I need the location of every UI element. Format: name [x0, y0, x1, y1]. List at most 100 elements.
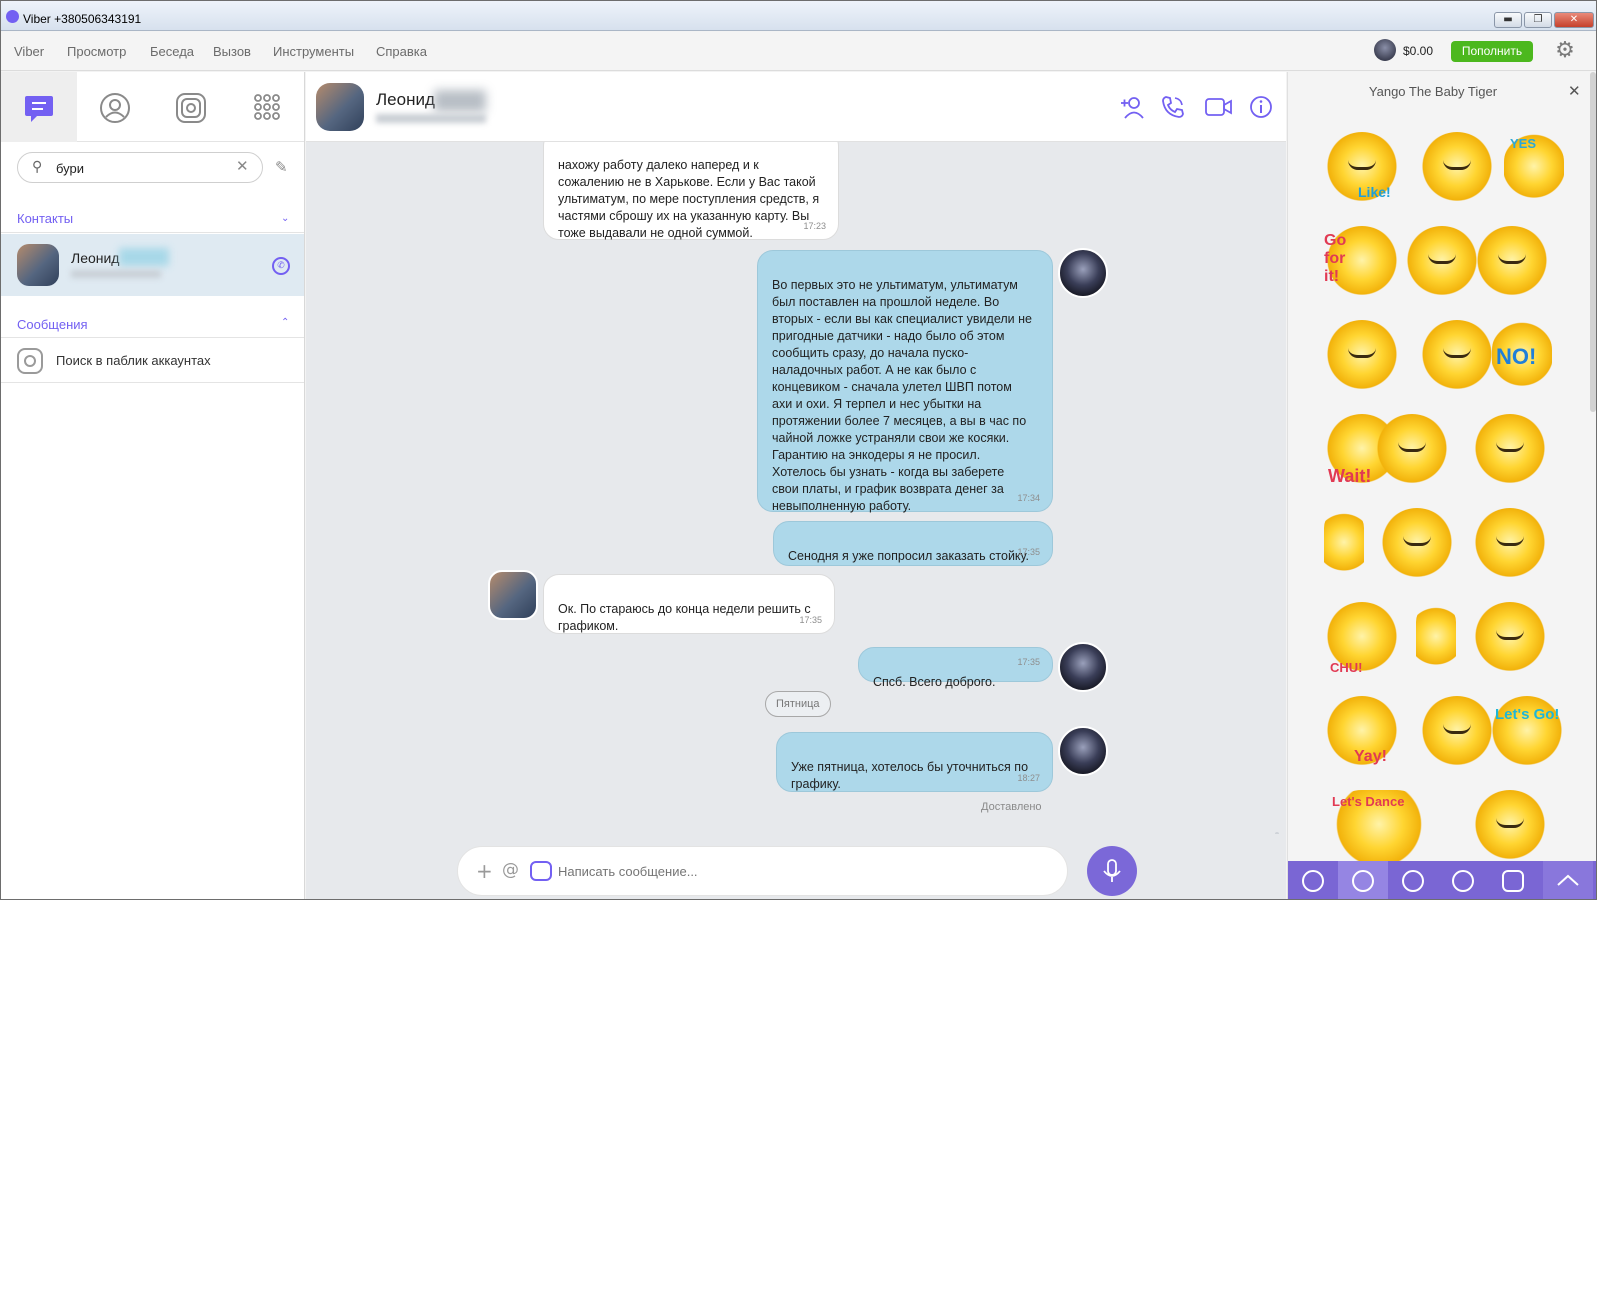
video-call-icon[interactable]	[1204, 94, 1234, 120]
sticker[interactable]	[1419, 320, 1495, 396]
message-bubble-outgoing[interactable]: Во первых это не ультиматум, ультиматум …	[757, 250, 1053, 513]
sender-avatar[interactable]	[488, 570, 538, 620]
add-contact-icon[interactable]	[1119, 94, 1145, 120]
chevron-up-icon	[1557, 874, 1579, 886]
hi-icon	[1402, 870, 1424, 892]
message-text: Сенодня я уже попросил заказать стойку.	[788, 549, 1030, 563]
sender-avatar[interactable]	[1058, 248, 1108, 298]
avatar[interactable]	[316, 83, 364, 131]
message-composer: + @	[306, 834, 1286, 899]
sticker[interactable]: Like!	[1324, 132, 1400, 208]
public-accounts-search-row[interactable]: Поиск в паблик аккаунтах	[1, 340, 304, 382]
sticker-scrollbar[interactable]	[1590, 72, 1596, 412]
message-bubble-outgoing[interactable]: Уже пятница, хотелось бы уточниться по г…	[776, 732, 1053, 792]
category-tiger-stickers[interactable]	[1338, 861, 1388, 899]
close-window-button[interactable]: ✕	[1554, 12, 1594, 28]
menu-call[interactable]: Вызов	[213, 44, 251, 59]
message-text: Уже пятница, хотелось бы уточниться по г…	[791, 760, 1029, 791]
clear-search-icon[interactable]: ✕	[236, 157, 249, 175]
minimize-button[interactable]: ▬	[1494, 12, 1522, 28]
sticker[interactable]	[1374, 414, 1450, 490]
avatar	[17, 244, 59, 286]
messages-section-header[interactable]: Сообщения	[17, 317, 88, 332]
sticker[interactable]	[1404, 226, 1480, 302]
menu-tools[interactable]: Инструменты	[273, 44, 354, 59]
sticker[interactable]: NO!	[1492, 320, 1552, 396]
sender-avatar[interactable]	[1058, 726, 1108, 776]
sticker[interactable]: Let's Go!	[1489, 696, 1564, 772]
sticker-category-bar	[1288, 861, 1596, 899]
tab-dialpad[interactable]	[229, 72, 305, 142]
tab-contacts[interactable]	[77, 72, 153, 142]
sticker[interactable]: CHU!	[1324, 602, 1400, 678]
menu-help[interactable]: Справка	[376, 44, 427, 59]
call-icon[interactable]	[1160, 94, 1186, 120]
message-input[interactable]	[558, 861, 1048, 881]
chevron-down-icon[interactable]: ⌄	[281, 213, 289, 224]
compose-icon[interactable]: ✎	[275, 158, 288, 176]
sticker[interactable]	[1472, 508, 1548, 584]
message-bubble-outgoing[interactable]: Сенодня я уже попросил заказать стойку. …	[773, 521, 1053, 566]
sticker[interactable]: Yay!	[1324, 696, 1400, 772]
sticker[interactable]	[1419, 696, 1495, 772]
search-input[interactable]	[56, 158, 226, 178]
message-bubble-incoming[interactable]: Ок. По стараюсь до конца недели решить с…	[543, 574, 835, 634]
category-emoji[interactable]	[1288, 861, 1338, 899]
dialpad-icon	[254, 94, 280, 120]
message-time: 17:35	[1017, 547, 1040, 557]
expand-panel-button[interactable]	[1543, 861, 1593, 899]
tab-public-accounts[interactable]	[153, 72, 229, 142]
menu-conversation[interactable]: Беседа	[150, 44, 194, 59]
message-time: 17:23	[803, 221, 826, 231]
sender-avatar[interactable]	[1058, 642, 1108, 692]
redacted-phone	[71, 270, 161, 278]
sticker[interactable]: YES	[1504, 132, 1564, 208]
contacts-section-header[interactable]: Контакты	[17, 211, 73, 226]
public-accounts-search-label: Поиск в паблик аккаунтах	[56, 353, 211, 368]
topup-button[interactable]: Пополнить	[1451, 41, 1533, 62]
sticker-icon[interactable]	[530, 861, 552, 881]
contact-row[interactable]: Леонид ✆	[1, 234, 304, 296]
sticker[interactable]: Let's Dance	[1324, 790, 1434, 866]
search-box: ⚲ ✕	[17, 152, 263, 183]
sticker[interactable]: Go for it!	[1324, 226, 1400, 302]
wave-hand-icon	[1502, 870, 1524, 892]
message-bubble-outgoing[interactable]: Спсб. Всего доброго. 17:35	[858, 647, 1053, 689]
maximize-button[interactable]: ❐	[1524, 12, 1552, 28]
message-time: 17:35	[799, 615, 822, 625]
window-title: Viber +380506343191	[23, 12, 142, 26]
sticker-grid: Like! YES Go for it! NO! Wait! CHU! Yay!…	[1324, 132, 1564, 899]
attach-icon[interactable]: +	[476, 859, 493, 883]
sticker[interactable]	[1324, 320, 1400, 396]
redacted-surname	[434, 90, 486, 112]
category-girl-stickers[interactable]	[1438, 861, 1488, 899]
close-icon[interactable]: ✕	[1568, 82, 1581, 100]
sticker[interactable]	[1379, 508, 1455, 584]
account-avatar[interactable]	[1374, 39, 1396, 61]
chevron-up-icon[interactable]: ⌃	[281, 317, 289, 328]
redacted-phone	[376, 114, 486, 123]
menu-view[interactable]: Просмотр	[67, 44, 126, 59]
sticker[interactable]	[1474, 226, 1550, 302]
sticker[interactable]	[1472, 602, 1548, 678]
voice-message-button[interactable]	[1087, 846, 1137, 896]
sticker[interactable]	[1472, 414, 1548, 490]
sticker-girl-icon	[1452, 870, 1474, 892]
message-bubble-incoming[interactable]: нахожу работу далеко наперед и к сожален…	[543, 142, 839, 240]
sticker-pack-title: Yango The Baby Tiger	[1368, 84, 1498, 99]
category-wave[interactable]	[1488, 861, 1538, 899]
sticker[interactable]	[1324, 508, 1364, 584]
chat-header: Леонид	[306, 72, 1286, 142]
sticker[interactable]	[1419, 132, 1495, 208]
menu-viber[interactable]: Viber	[14, 44, 44, 59]
tab-chats[interactable]	[1, 72, 77, 142]
sticker[interactable]	[1416, 602, 1456, 678]
category-hi[interactable]	[1388, 861, 1438, 899]
info-icon[interactable]	[1248, 94, 1274, 120]
mention-icon[interactable]: @	[502, 860, 519, 880]
menu-bar: Viber Просмотр Беседа Вызов Инструменты …	[1, 32, 1596, 71]
sticker[interactable]	[1472, 790, 1548, 866]
left-pane: ⚲ ✕ ✎ Контакты ⌄ Леонид ✆ Сообщения ⌃ По…	[1, 72, 305, 899]
gear-icon[interactable]: ⚙	[1552, 38, 1578, 64]
viber-icon: ✆	[272, 257, 290, 275]
